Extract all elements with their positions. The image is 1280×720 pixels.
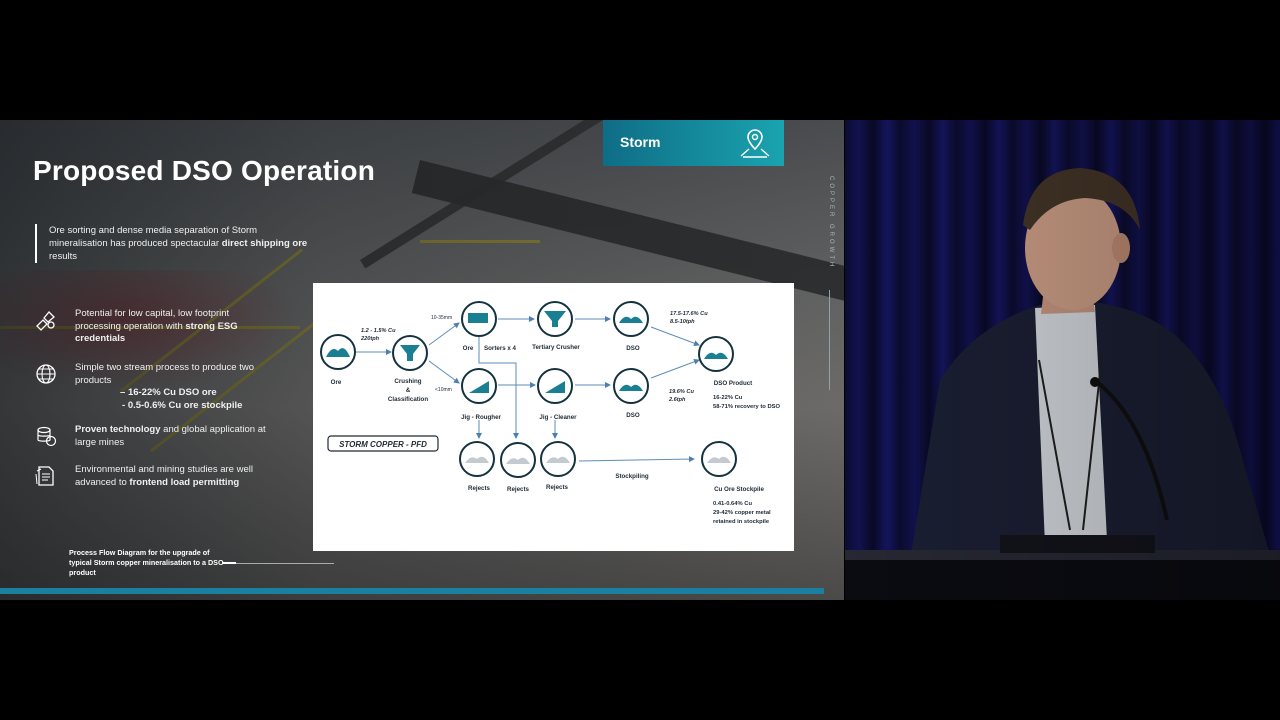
globe-icon: [36, 364, 56, 384]
label-dso-mid: DSO: [626, 412, 640, 419]
sub-bullet: - 0.5-0.6% Cu ore stockpile: [122, 399, 243, 411]
speaker-camera: [845, 120, 1280, 600]
slide-footer-bar: [0, 588, 824, 594]
intro-text: Ore sorting and dense media separation o…: [35, 224, 314, 263]
label-cu-stockpile: Cu Ore Stockpile: [714, 486, 764, 493]
product-grade: 16-22% Cu: [713, 395, 743, 401]
label-ore-top: Ore: [463, 345, 474, 352]
bullet-text: Simple two stream process to produce two…: [75, 362, 254, 386]
product-recovery: 58-71% recovery to DSO: [713, 404, 781, 410]
camera-shade: [845, 120, 1280, 600]
bullet-bold: Proven technology: [75, 424, 161, 435]
intro-bold: direct shipping ore: [221, 238, 308, 249]
label-amp: &: [406, 387, 411, 394]
coins-icon: [37, 426, 57, 447]
diagram-caption: Process Flow Diagram for the upgrade of …: [69, 548, 224, 577]
sub-bullet: – 16-22% Cu DSO ore: [120, 387, 217, 398]
label-jig-cleaner: Jig - Cleaner: [539, 414, 577, 421]
presentation-slide: Proposed DSO Operation Storm COPPER GROW…: [0, 120, 844, 600]
label-jig-rougher: Jig - Rougher: [461, 414, 501, 421]
vertical-tag: COPPER GROWTH: [828, 176, 834, 270]
dso-top-grade: 17.5-17.6% Cu: [670, 311, 708, 317]
bullet-bold: frontend load permitting: [129, 476, 240, 488]
label-tertiary: Tertiary Crusher: [532, 344, 580, 351]
pfd-badge-label: STORM COPPER - PFD: [339, 440, 427, 449]
caption-marker: [222, 562, 236, 564]
label-dso-product: DSO Product: [714, 380, 753, 387]
dso-mid-grade: 19.6% Cu: [669, 389, 694, 395]
slide-title: Proposed DSO Operation: [33, 155, 375, 186]
dso-top-rate: 8.5-10tph: [670, 319, 695, 325]
pfd-svg: Ore Crushing & Classification Ore Sorter…: [320, 301, 781, 525]
label-rejects-1: Rejects: [468, 485, 491, 492]
document-icon: [35, 466, 54, 486]
sub-bullet-text: 0.5-0.6% Cu ore stockpile: [127, 399, 243, 411]
brand-label: Storm: [620, 134, 661, 150]
stockpile-metal: 29-42% copper metal: [713, 510, 771, 516]
label-crushing: Crushing: [394, 378, 421, 385]
map-pin-icon: [740, 129, 770, 158]
feed-grade: 1.2 - 1.5% Cu: [361, 328, 396, 334]
size-fine: <10mm: [435, 387, 452, 393]
label-dso-top: DSO: [626, 345, 640, 352]
brand-tab: Storm: [603, 120, 784, 166]
pfd-badge: STORM COPPER - PFD: [327, 435, 439, 452]
video-frame: Proposed DSO Operation Storm COPPER GROW…: [0, 120, 1280, 600]
stockpile-grade: 0.41-0.64% Cu: [713, 501, 752, 507]
dso-mid-rate: 2.6tph: [668, 397, 686, 403]
sub-bullet-text: 16-22% Cu DSO ore: [127, 387, 217, 398]
tools-icon: [36, 311, 55, 331]
label-ore: Ore: [331, 379, 342, 386]
process-flow-diagram: Ore Crushing & Classification Ore Sorter…: [313, 283, 794, 551]
label-stockpiling: Stockpiling: [615, 473, 649, 480]
label-rejects-3: Rejects: [546, 484, 569, 491]
caption-rule: [236, 563, 334, 564]
label-classification: Classification: [388, 396, 428, 403]
divider-line: [829, 290, 830, 390]
intro-tail: results: [49, 251, 77, 262]
stockpile-retained: retained in stockpile: [713, 519, 770, 525]
feed-rate: 220tph: [360, 336, 380, 342]
label-rejects-2: Rejects: [507, 486, 530, 493]
label-sorters: Sorters x 4: [484, 345, 517, 352]
size-coarse: 10-35mm: [431, 315, 452, 321]
